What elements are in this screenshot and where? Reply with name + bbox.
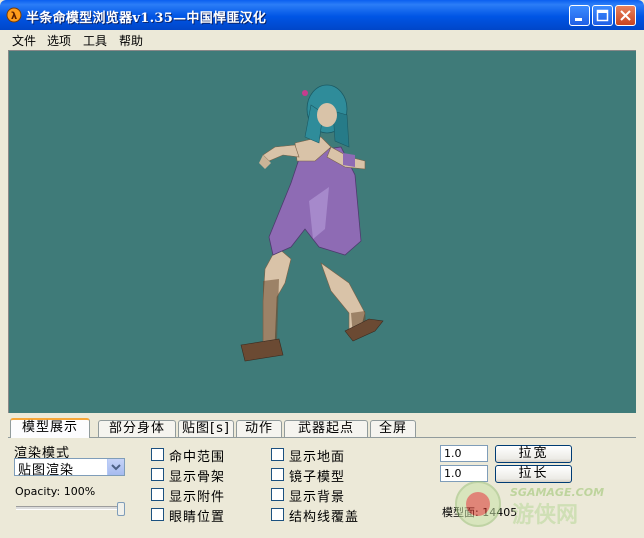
- minimize-button[interactable]: [569, 5, 590, 26]
- opacity-slider-thumb[interactable]: [117, 502, 125, 516]
- menu-bar: 文件 选项 工具 帮助: [4, 30, 640, 48]
- render-mode-select[interactable]: 贴图渲染: [14, 458, 125, 478]
- checkbox-box[interactable]: [271, 448, 284, 461]
- render-mode-value: 贴图渲染: [18, 463, 75, 478]
- tab-strip-line: [8, 437, 636, 438]
- tab-sequences[interactable]: 动作: [236, 420, 282, 437]
- title-bar[interactable]: λ 半条命模型浏览器v1.35—中国悍匪汉化: [0, 0, 644, 30]
- checkbox-box[interactable]: [151, 488, 164, 501]
- close-button[interactable]: [615, 5, 636, 26]
- site-watermark: SGAMAGE.COM 游侠网: [448, 476, 640, 534]
- watermark-logo: SGAMAGE.COM 游侠网: [455, 481, 604, 528]
- app-icon: λ: [6, 7, 22, 23]
- tab-weapon-origin[interactable]: 武器起点: [284, 420, 368, 437]
- checkbox-box[interactable]: [271, 468, 284, 481]
- checkbox-label: 命中范围: [169, 450, 226, 465]
- checkbox-label: 显示地面: [289, 450, 346, 465]
- svg-text:游侠网: 游侠网: [512, 502, 578, 528]
- checkbox-box[interactable]: [151, 508, 164, 521]
- menu-file[interactable]: 文件: [12, 32, 36, 49]
- width-scale-input[interactable]: 1.0: [440, 445, 488, 462]
- tab-model-display[interactable]: 模型展示: [10, 418, 90, 438]
- checkbox-label: 结构线覆盖: [289, 510, 360, 525]
- maximize-button[interactable]: [592, 5, 613, 26]
- checkbox-label: 眼睛位置: [169, 510, 226, 525]
- model-viewport[interactable]: [8, 50, 636, 413]
- opacity-label: Opacity: 100%: [15, 485, 96, 498]
- tab-textures[interactable]: 贴图[s]: [178, 420, 234, 437]
- menu-options[interactable]: 选项: [47, 32, 71, 49]
- checkbox-box[interactable]: [271, 508, 284, 521]
- checkbox-label: 显示背景: [289, 490, 346, 505]
- close-icon: [620, 10, 631, 21]
- maximize-icon: [596, 9, 609, 22]
- checkbox-box[interactable]: [151, 448, 164, 461]
- chevron-down-icon: [111, 464, 121, 471]
- checkbox-box[interactable]: [271, 488, 284, 501]
- dropdown-button[interactable]: [107, 459, 124, 475]
- checkbox-label: 镜子模型: [289, 470, 346, 485]
- minimize-icon: [575, 18, 582, 21]
- menu-tools[interactable]: 工具: [83, 32, 107, 49]
- svg-text:λ: λ: [11, 11, 18, 22]
- checkbox-label: 显示附件: [169, 490, 226, 505]
- opacity-slider-track[interactable]: [16, 506, 124, 510]
- checkbox-label: 显示骨架: [169, 470, 226, 485]
- menu-help[interactable]: 帮助: [119, 32, 143, 49]
- window-title: 半条命模型浏览器v1.35—中国悍匪汉化: [26, 11, 267, 26]
- stretch-width-button[interactable]: 拉宽: [495, 445, 572, 463]
- tab-fullscreen[interactable]: 全屏: [370, 420, 416, 437]
- checkbox-box[interactable]: [151, 468, 164, 481]
- svg-text:SGAMAGE.COM: SGAMAGE.COM: [510, 486, 604, 499]
- character-model: [240, 84, 384, 362]
- tab-body-parts[interactable]: 部分身体: [98, 420, 176, 437]
